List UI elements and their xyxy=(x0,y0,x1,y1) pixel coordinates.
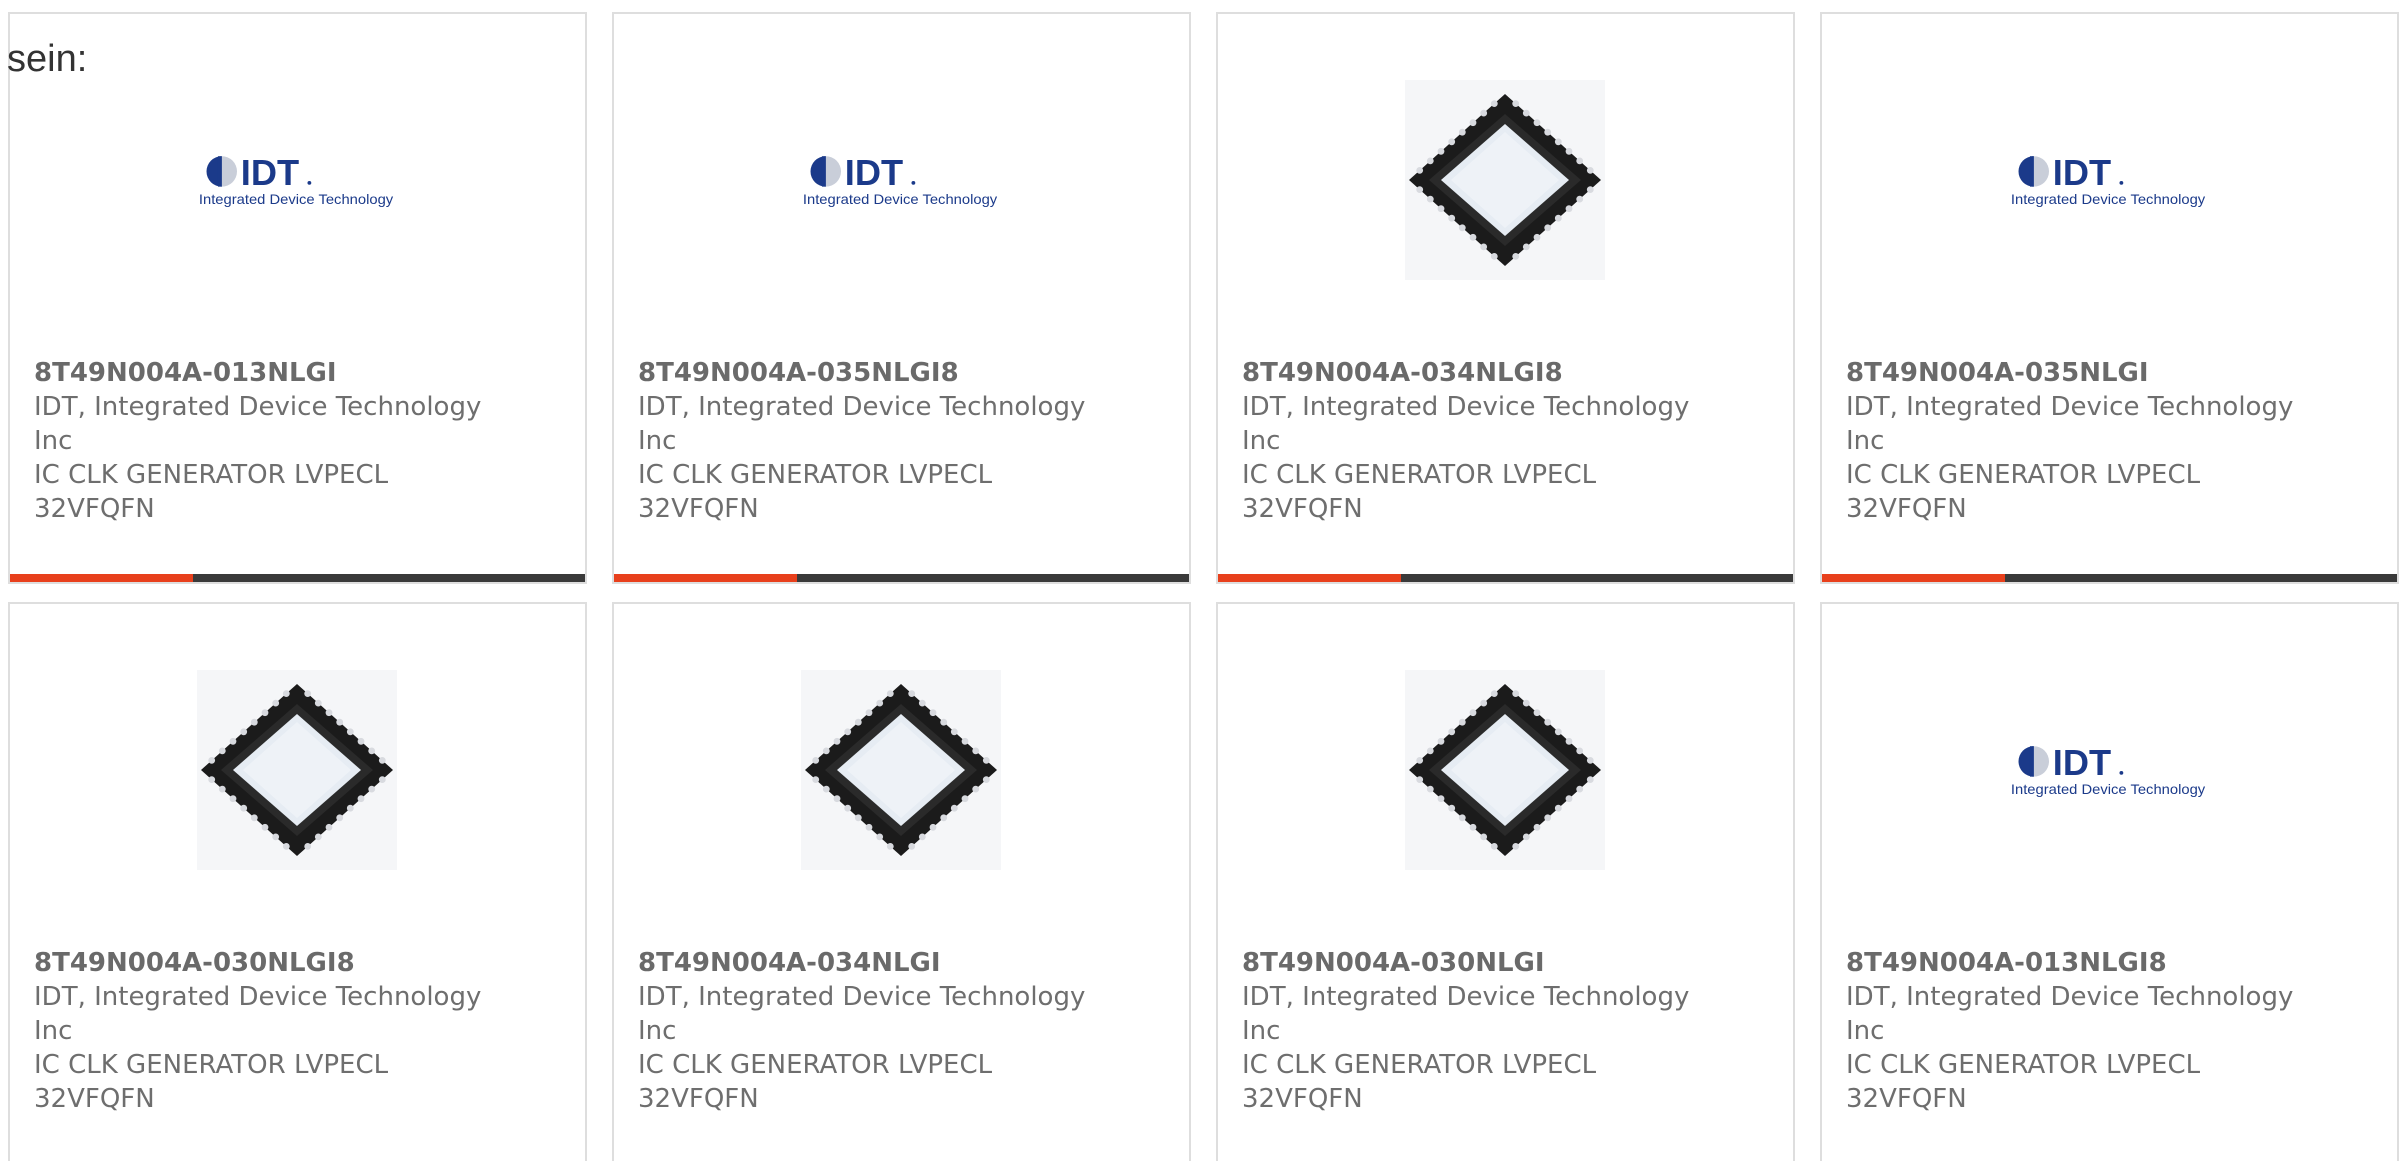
card-bar-accent xyxy=(10,574,193,582)
card-bar xyxy=(1822,574,2397,582)
product-info: 8T49N004A-013NLGI8 IDT, Integrated Devic… xyxy=(1846,946,2326,1116)
product-info: 8T49N004A-034NLGI8 IDT, Integrated Devic… xyxy=(1242,356,1722,526)
part-number[interactable]: 8T49N004A-035NLGI xyxy=(1846,356,2326,390)
product-info: 8T49N004A-030NLGI IDT, Integrated Device… xyxy=(1242,946,1722,1116)
product-card[interactable]: 8T49N004A-034NLGI8 IDT, Integrated Devic… xyxy=(1216,12,1795,584)
description: IC CLK GENERATOR LVPECL 32VFQFN xyxy=(34,460,389,524)
description: IC CLK GENERATOR LVPECL 32VFQFN xyxy=(34,1050,389,1114)
product-grid: IDT Integrated Device Technology 8T49N004… xyxy=(8,12,2399,1161)
logo-tagline-text: Integrated Device Technology xyxy=(2011,782,2205,797)
card-bar xyxy=(614,574,1189,582)
description: IC CLK GENERATOR LVPECL 32VFQFN xyxy=(638,460,993,524)
logo-tagline-text: Integrated Device Technology xyxy=(199,192,393,207)
product-image: IDT Integrated Device Technology xyxy=(2009,80,2209,280)
manufacturer: IDT, Integrated Device Technology Inc xyxy=(1242,982,1690,1046)
manufacturer: IDT, Integrated Device Technology Inc xyxy=(638,982,1086,1046)
logo-mark-text: IDT xyxy=(2053,742,2111,783)
product-image: IDT Integrated Device Technology xyxy=(197,80,397,280)
card-bar-accent xyxy=(614,574,797,582)
manufacturer: IDT, Integrated Device Technology Inc xyxy=(638,392,1086,456)
description: IC CLK GENERATOR LVPECL 32VFQFN xyxy=(1846,1050,2201,1114)
manufacturer: IDT, Integrated Device Technology Inc xyxy=(34,392,482,456)
manufacturer: IDT, Integrated Device Technology Inc xyxy=(1846,982,2294,1046)
product-image xyxy=(1405,80,1605,280)
qfn-chip-icon xyxy=(1405,670,1605,870)
qfn-chip-icon xyxy=(801,670,1001,870)
idt-logo-icon: IDTIntegrated Device Technology xyxy=(2009,146,2209,214)
product-card[interactable]: 8T49N004A-030NLGI IDT, Integrated Device… xyxy=(1216,602,1795,1161)
card-bar xyxy=(1218,574,1793,582)
product-image xyxy=(801,670,1001,870)
product-info: 8T49N004A-034NLGI IDT, Integrated Device… xyxy=(638,946,1118,1116)
qfn-chip-icon xyxy=(1405,80,1605,280)
product-card[interactable]: IDT Integrated Device Technology 8T49N004… xyxy=(612,12,1191,584)
part-number[interactable]: 8T49N004A-030NLGI xyxy=(1242,946,1722,980)
product-image xyxy=(197,670,397,870)
product-card[interactable]: 8T49N004A-030NLGI8 IDT, Integrated Devic… xyxy=(8,602,587,1161)
part-number[interactable]: 8T49N004A-013NLGI xyxy=(34,356,514,390)
description: IC CLK GENERATOR LVPECL 32VFQFN xyxy=(1846,460,2201,524)
description: IC CLK GENERATOR LVPECL 32VFQFN xyxy=(1242,460,1597,524)
idt-logo-icon: IDTIntegrated Device Technology xyxy=(801,146,1001,214)
page: sein: IDT Integrated Device Technology 8T… xyxy=(0,0,2400,1161)
manufacturer: IDT, Integrated Device Technology Inc xyxy=(1242,392,1690,456)
product-info: 8T49N004A-035NLGI8 IDT, Integrated Devic… xyxy=(638,356,1118,526)
product-image: IDT Integrated Device Technology xyxy=(801,80,1001,280)
part-number[interactable]: 8T49N004A-034NLGI xyxy=(638,946,1118,980)
product-card[interactable]: 8T49N004A-034NLGI IDT, Integrated Device… xyxy=(612,602,1191,1161)
intro-text: sein: xyxy=(7,38,88,80)
logo-tagline-text: Integrated Device Technology xyxy=(803,192,997,207)
card-bar-accent xyxy=(1822,574,2005,582)
part-number[interactable]: 8T49N004A-013NLGI8 xyxy=(1846,946,2326,980)
part-number[interactable]: 8T49N004A-034NLGI8 xyxy=(1242,356,1722,390)
product-card[interactable]: IDT Integrated Device Technology 8T49N004… xyxy=(8,12,587,584)
manufacturer: IDT, Integrated Device Technology Inc xyxy=(1846,392,2294,456)
description: IC CLK GENERATOR LVPECL 32VFQFN xyxy=(1242,1050,1597,1114)
product-info: 8T49N004A-013NLGI IDT, Integrated Device… xyxy=(34,356,514,526)
product-info: 8T49N004A-030NLGI8 IDT, Integrated Devic… xyxy=(34,946,514,1116)
logo-mark-text: IDT xyxy=(241,152,299,193)
logo-tagline-text: Integrated Device Technology xyxy=(2011,192,2205,207)
card-bar-accent xyxy=(1218,574,1401,582)
description: IC CLK GENERATOR LVPECL 32VFQFN xyxy=(638,1050,993,1114)
qfn-chip-icon xyxy=(197,670,397,870)
part-number[interactable]: 8T49N004A-035NLGI8 xyxy=(638,356,1118,390)
card-bar xyxy=(10,574,585,582)
product-card[interactable]: IDT Integrated Device Technology 8T49N004… xyxy=(1820,12,2399,584)
part-number[interactable]: 8T49N004A-030NLGI8 xyxy=(34,946,514,980)
product-card[interactable]: IDT Integrated Device Technology 8T49N004… xyxy=(1820,602,2399,1161)
idt-logo-icon: IDTIntegrated Device Technology xyxy=(197,146,397,214)
logo-mark-text: IDT xyxy=(2053,152,2111,193)
product-image: IDT Integrated Device Technology xyxy=(2009,670,2209,870)
manufacturer: IDT, Integrated Device Technology Inc xyxy=(34,982,482,1046)
product-image xyxy=(1405,670,1605,870)
logo-mark-text: IDT xyxy=(845,152,903,193)
idt-logo-icon: IDTIntegrated Device Technology xyxy=(2009,736,2209,804)
product-info: 8T49N004A-035NLGI IDT, Integrated Device… xyxy=(1846,356,2326,526)
